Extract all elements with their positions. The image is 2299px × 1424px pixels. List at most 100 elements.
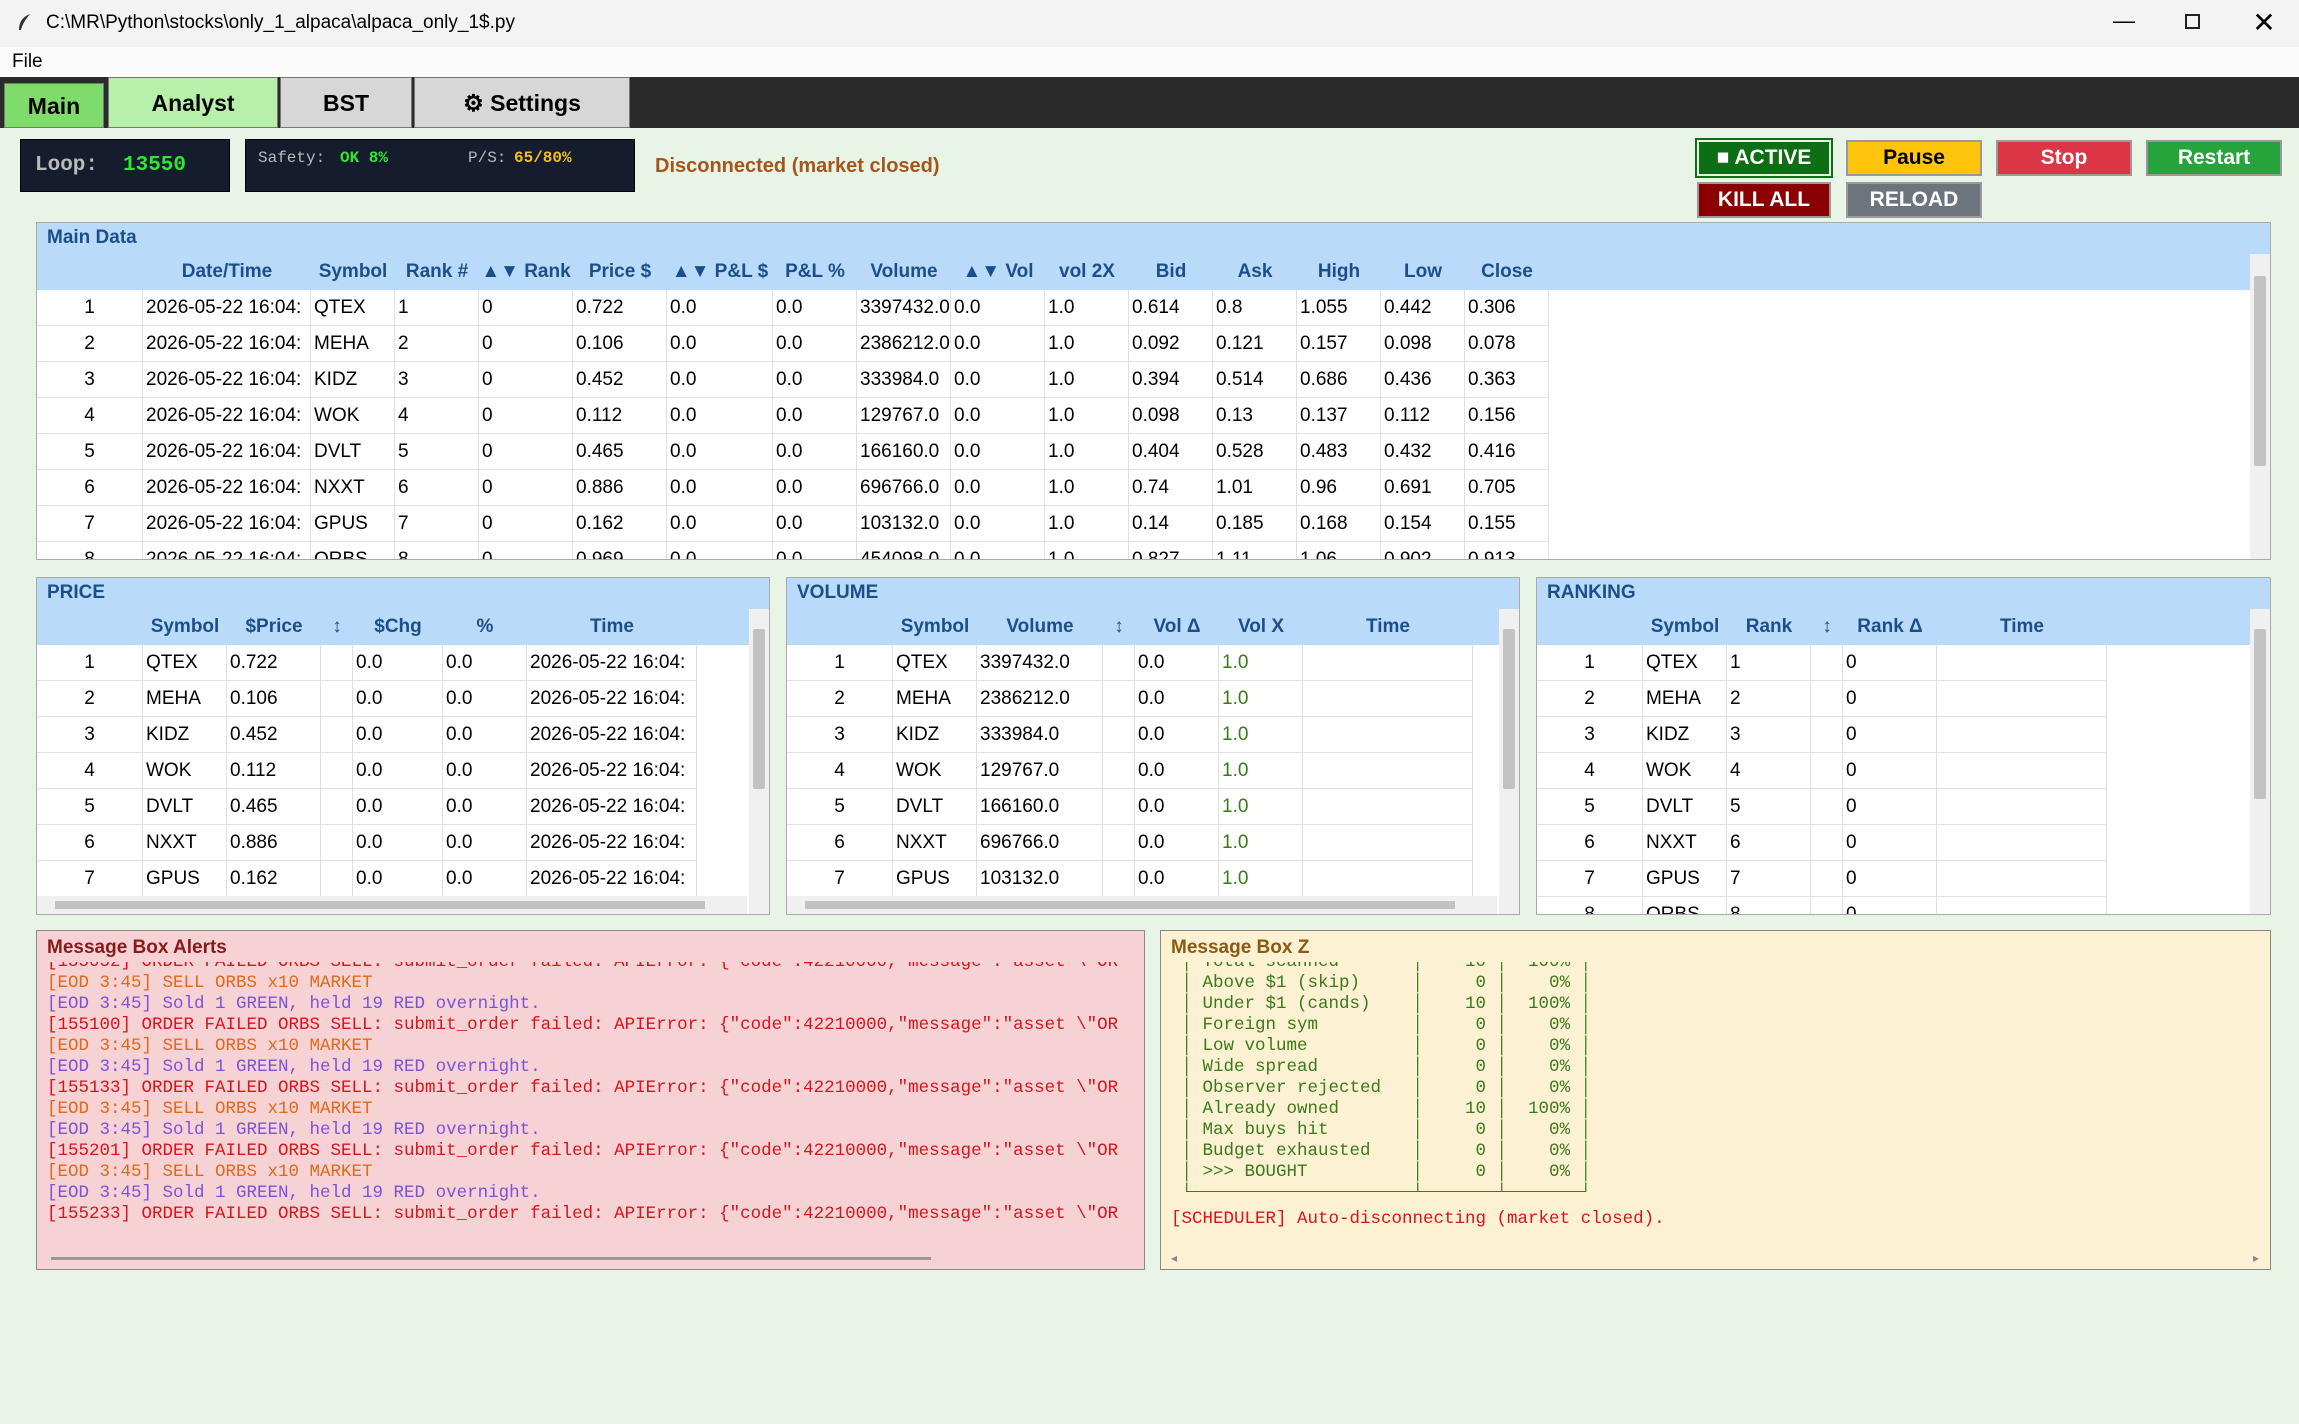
price-hscrollbar[interactable]	[37, 896, 747, 914]
reload-off-button[interactable]: RELOAD OFF	[1846, 182, 1982, 243]
col-header-time[interactable]: Time	[1937, 610, 2107, 644]
table-row[interactable]: 2 MEHA 2386212.0 0.0 1.0	[787, 681, 1473, 717]
cell-volume: 333984.0	[857, 362, 951, 398]
table-row[interactable]: 6 NXXT 0.886 0.0 0.0 2026-05-22 16:04:	[37, 825, 697, 861]
col-header-vol-2x[interactable]: vol 2X	[1045, 255, 1129, 289]
msgz-table-text[interactable]: │ Total scanned │ 10 │ 100% │ │ Above $1…	[1171, 962, 2251, 1192]
table-row[interactable]: 8 ORBS 8 0	[1537, 897, 2107, 914]
col-header-time[interactable]: Time	[1303, 610, 1473, 644]
col-header-rank-delta[interactable]: Rank Δ	[1843, 610, 1937, 644]
table-row[interactable]: 2 2026-05-22 16:04: MEHA 2 0 0.106 0.0 0.0 23862…	[37, 326, 1549, 362]
alert-line: [155052] ORDER FAILED ORBS SELL: submit_…	[47, 962, 1119, 972]
cell-high: 1.055	[1297, 290, 1381, 326]
table-row[interactable]: 3 KIDZ 3 0	[1537, 717, 2107, 753]
col-header-rank[interactable]: Rank	[1727, 610, 1811, 644]
table-row[interactable]: 6 NXXT 6 0	[1537, 825, 2107, 861]
col-header-close[interactable]: Close	[1465, 255, 1549, 289]
title-bar: C:\MR\Python\stocks\only_1_alpaca\alpaca…	[0, 0, 2299, 47]
table-row[interactable]: 2 MEHA 2 0	[1537, 681, 2107, 717]
col-header-price[interactable]: Price $	[573, 255, 667, 289]
table-row[interactable]: 1 QTEX 0.722 0.0 0.0 2026-05-22 16:04:	[37, 645, 697, 681]
table-row[interactable]: 6 2026-05-22 16:04: NXXT 6 0 0.886 0.0 0.0 69676…	[37, 470, 1549, 506]
col-header-price[interactable]: $Price	[227, 610, 321, 644]
menu-file[interactable]: File	[12, 51, 43, 73]
table-row[interactable]: 5 DVLT 0.465 0.0 0.0 2026-05-22 16:04:	[37, 789, 697, 825]
alerts-hscrollbar[interactable]	[37, 1249, 1127, 1269]
kill-all-button[interactable]: KILL ALL	[1697, 182, 1831, 218]
col-header-volume[interactable]: Volume	[857, 255, 951, 289]
col-header-high[interactable]: High	[1297, 255, 1381, 289]
table-row[interactable]: 1 QTEX 1 0	[1537, 645, 2107, 681]
cell-arrow	[321, 681, 353, 717]
col-header-ask[interactable]: Ask	[1213, 255, 1297, 289]
cell-rank-delta: 0	[479, 362, 573, 398]
maximize-icon[interactable]	[2168, 10, 2216, 38]
table-row[interactable]: 5 DVLT 5 0	[1537, 789, 2107, 825]
col-header-vol-x[interactable]: Vol X	[1219, 610, 1303, 644]
col-header-pnl-delta[interactable]: ▲▼ P&L $	[667, 255, 773, 289]
main-data-scrollbar[interactable]	[2250, 254, 2270, 559]
table-row[interactable]: 3 2026-05-22 16:04: KIDZ 3 0 0.452 0.0 0.0 33398…	[37, 362, 1549, 398]
table-row[interactable]: 3 KIDZ 333984.0 0.0 1.0	[787, 717, 1473, 753]
cell-low: 0.691	[1381, 470, 1465, 506]
ranking-scrollbar[interactable]	[2250, 609, 2270, 914]
col-header-symbol[interactable]: Symbol	[143, 610, 227, 644]
pause-button[interactable]: Pause	[1846, 140, 1982, 176]
price-scrollbar[interactable]	[749, 609, 769, 914]
volume-hscrollbar[interactable]	[787, 896, 1497, 914]
table-row[interactable]: 7 2026-05-22 16:04: GPUS 7 0 0.162 0.0 0.0 10313…	[37, 506, 1549, 542]
close-icon[interactable]: ✕	[2240, 6, 2288, 38]
volume-scrollbar[interactable]	[1499, 609, 1519, 914]
col-header-chg[interactable]: $Chg	[353, 610, 443, 644]
col-header-volume[interactable]: Volume	[977, 610, 1103, 644]
col-header-pnl-pct[interactable]: P&L %	[773, 255, 857, 289]
table-row[interactable]: 4 WOK 0.112 0.0 0.0 2026-05-22 16:04:	[37, 753, 697, 789]
cell-price: 0.106	[227, 681, 321, 717]
col-header-rank-num[interactable]: Rank #	[395, 255, 479, 289]
row-index: 3	[37, 717, 143, 753]
table-row[interactable]: 1 2026-05-22 16:04: QTEX 1 0 0.722 0.0 0.0 33974…	[37, 290, 1549, 326]
tab-analyst[interactable]: Analyst	[108, 77, 278, 128]
alerts-scrollbar[interactable]	[1125, 962, 1144, 1269]
table-row[interactable]: 5 2026-05-22 16:04: DVLT 5 0 0.465 0.0 0.0 16616…	[37, 434, 1549, 470]
table-row[interactable]: 8 2026-05-22 16:04: ORBS 8 0 0.969 0.0 0.0 45409…	[37, 542, 1549, 559]
msgz-hscrollbar[interactable]: ◂ ▸	[1163, 1249, 2259, 1269]
col-header-vol-delta[interactable]: Vol Δ	[1135, 610, 1219, 644]
table-row[interactable]: 4 2026-05-22 16:04: WOK 4 0 0.112 0.0 0.0 129767…	[37, 398, 1549, 434]
cell-vol-delta: 0.0	[951, 290, 1045, 326]
col-header-vol-delta[interactable]: ▲▼ Vol	[951, 255, 1045, 289]
col-header-symbol[interactable]: Symbol	[311, 255, 395, 289]
table-row[interactable]: 7 GPUS 7 0	[1537, 861, 2107, 897]
col-header-arrow[interactable]: ↕	[1103, 610, 1135, 644]
table-row[interactable]: 2 MEHA 0.106 0.0 0.0 2026-05-22 16:04:	[37, 681, 697, 717]
col-header-bid[interactable]: Bid	[1129, 255, 1213, 289]
table-row[interactable]: 7 GPUS 0.162 0.0 0.0 2026-05-22 16:04:	[37, 861, 697, 897]
table-row[interactable]: 3 KIDZ 0.452 0.0 0.0 2026-05-22 16:04:	[37, 717, 697, 753]
table-row[interactable]: 6 NXXT 696766.0 0.0 1.0	[787, 825, 1473, 861]
col-header-pct[interactable]: %	[443, 610, 527, 644]
table-row[interactable]: 4 WOK 4 0	[1537, 753, 2107, 789]
col-header-rank-delta[interactable]: ▲▼ Rank	[479, 255, 573, 289]
col-header-low[interactable]: Low	[1381, 255, 1465, 289]
table-row[interactable]: 5 DVLT 166160.0 0.0 1.0	[787, 789, 1473, 825]
row-index: 5	[787, 789, 893, 825]
tab-settings[interactable]: ⚙ Settings	[414, 77, 630, 128]
table-row[interactable]: 4 WOK 129767.0 0.0 1.0	[787, 753, 1473, 789]
tab-main[interactable]: Main	[4, 83, 104, 128]
active-button[interactable]: ■ ACTIVE	[1695, 138, 1833, 178]
cell-time: 2026-05-22 16:04:	[527, 825, 697, 861]
minimize-icon[interactable]: —	[2100, 10, 2148, 38]
col-header-symbol[interactable]: Symbol	[1643, 610, 1727, 644]
table-row[interactable]: 1 QTEX 3397432.0 0.0 1.0	[787, 645, 1473, 681]
alerts-text[interactable]: [155052] ORDER FAILED ORBS SELL: submit_…	[47, 962, 1125, 1250]
cell-symbol: QTEX	[143, 645, 227, 681]
table-row[interactable]: 7 GPUS 103132.0 0.0 1.0	[787, 861, 1473, 897]
col-header-datetime[interactable]: Date/Time	[143, 255, 311, 289]
stop-button[interactable]: Stop	[1996, 140, 2132, 176]
restart-button[interactable]: Restart	[2146, 140, 2282, 176]
tab-bst[interactable]: BST	[280, 77, 412, 128]
col-header-time[interactable]: Time	[527, 610, 697, 644]
col-header-arrow[interactable]: ↕	[1811, 610, 1843, 644]
col-header-symbol[interactable]: Symbol	[893, 610, 977, 644]
col-header-arrow[interactable]: ↕	[321, 610, 353, 644]
